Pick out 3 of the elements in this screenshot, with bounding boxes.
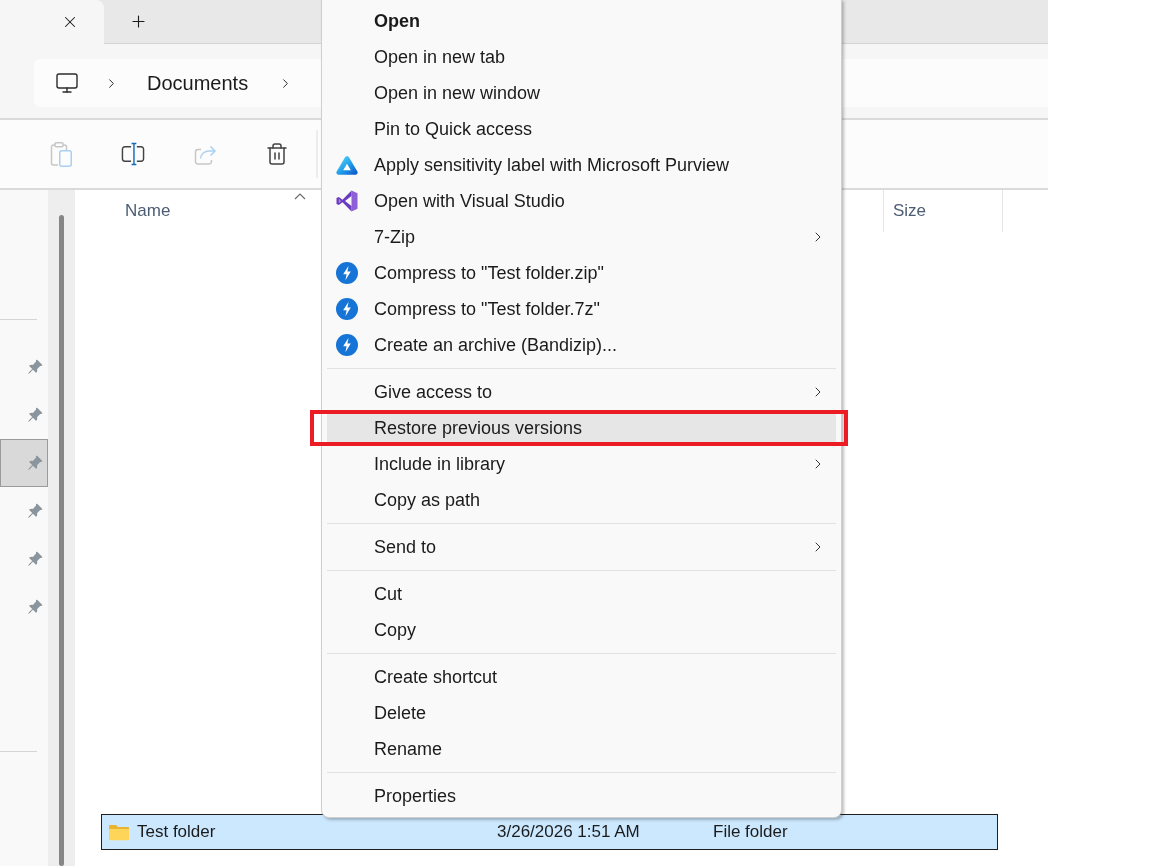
file-name: Test folder — [137, 821, 216, 844]
type-text: File folder — [713, 822, 788, 842]
date-text: 3/26/2026 1:51 AM — [497, 822, 640, 842]
